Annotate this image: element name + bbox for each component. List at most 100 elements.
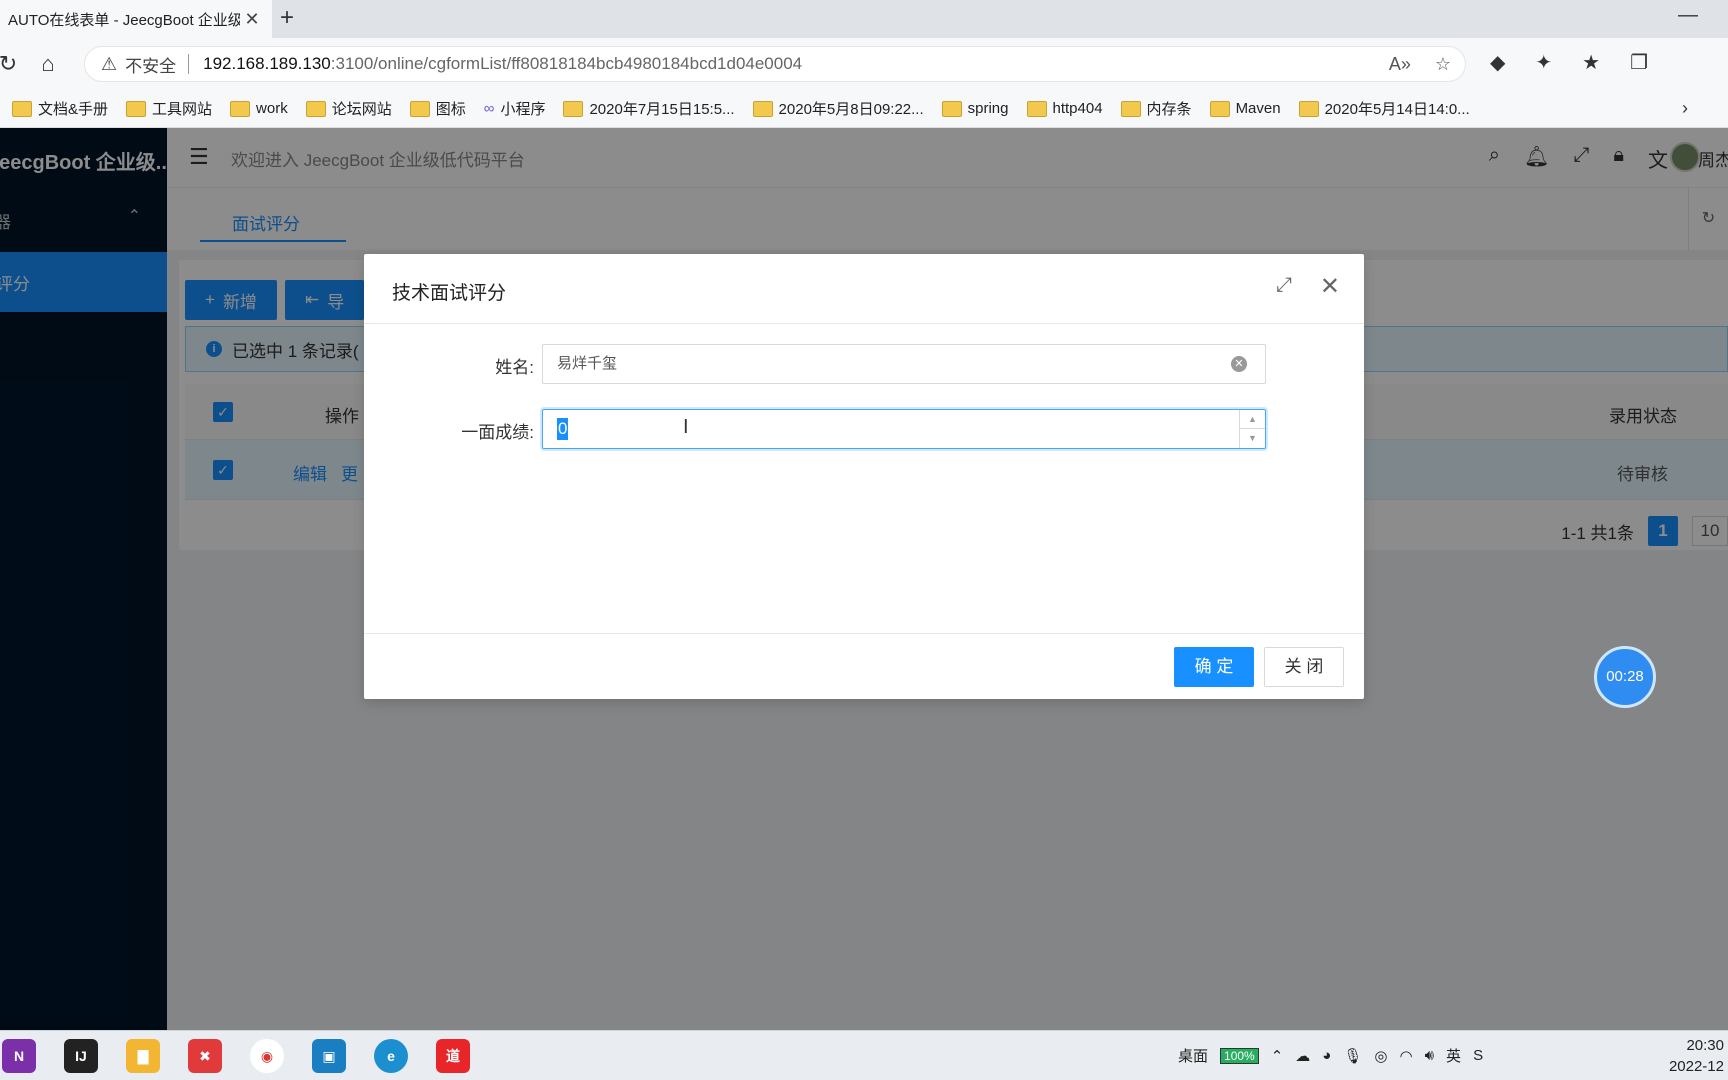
- name-input[interactable]: 易烊千玺 ✕: [542, 344, 1266, 384]
- home-icon[interactable]: ⌂: [34, 50, 62, 78]
- read-aloud-icon[interactable]: A»: [1389, 54, 1411, 75]
- url-input[interactable]: ⚠ 不安全 192.168.189.130 :3100/online/cgfor…: [84, 46, 1466, 82]
- bookmark-item[interactable]: 论坛网站: [305, 98, 392, 119]
- folder-icon: [941, 100, 962, 117]
- bookmark-label: work: [256, 100, 288, 117]
- file-explorer-icon[interactable]: ▇: [126, 1039, 160, 1073]
- intellij-icon[interactable]: IJ: [64, 1039, 98, 1073]
- volume-icon[interactable]: 🔊︎: [1425, 1047, 1434, 1064]
- evernote-icon[interactable]: ◆: [1490, 50, 1505, 75]
- bookmark-item[interactable]: spring: [941, 100, 1009, 117]
- xmind-icon[interactable]: ✖: [188, 1039, 222, 1073]
- clock-date: 2022-12: [1668, 1058, 1724, 1075]
- bookmark-item[interactable]: 2020年5月8日09:22...: [752, 98, 924, 119]
- name-value: 易烊千玺: [557, 355, 618, 372]
- fullscreen-icon[interactable]: ⤢: [1276, 274, 1292, 297]
- microphone-icon[interactable]: 🎙︎: [1343, 1047, 1362, 1065]
- link-icon: ∞: [483, 100, 495, 117]
- folder-icon: [752, 100, 773, 117]
- browser-tab[interactable]: AUTO在线表单 - JeecgBoot 企业级 ✕: [0, 0, 272, 38]
- score-row: 一面成绩: 0 I ▲ ▼: [364, 409, 1364, 449]
- recording-timer[interactable]: 00:28: [1594, 646, 1656, 708]
- folder-icon: [126, 100, 147, 117]
- bookmark-item[interactable]: 2020年7月15日15:5...: [563, 98, 735, 119]
- quantity-stepper[interactable]: ▲ ▼: [1239, 410, 1265, 448]
- chevron-right-icon[interactable]: ›: [1682, 98, 1688, 119]
- wifi-icon[interactable]: ◠: [1400, 1047, 1413, 1065]
- clock[interactable]: 20:30 2022-12: [1669, 1035, 1724, 1077]
- folder-icon: [563, 100, 584, 117]
- collections-icon[interactable]: ❐: [1630, 50, 1648, 75]
- tab-title: AUTO在线表单 - JeecgBoot 企业级: [8, 11, 240, 29]
- close-icon[interactable]: ✕: [240, 9, 264, 30]
- name-label: 姓名:: [495, 358, 534, 377]
- modal-footer: 确 定 关 闭: [364, 633, 1364, 699]
- bookmark-item[interactable]: ∞ 小程序: [484, 98, 546, 119]
- bookmark-item[interactable]: 图标: [409, 98, 466, 119]
- folder-icon: [1120, 100, 1141, 117]
- bookmarks-bar: 文档&手册 工具网站 work 论坛网站 图标 ∞ 小程序 2020年7月15日15:5...…: [0, 90, 1728, 128]
- bookmark-label: http404: [1052, 100, 1103, 117]
- chrome-icon[interactable]: ◉: [250, 1039, 284, 1073]
- bookmark-item[interactable]: Maven: [1209, 100, 1281, 117]
- cloud-icon[interactable]: ☁: [1295, 1047, 1310, 1065]
- folder-icon: [305, 100, 326, 117]
- modal-title: 技术面试评分: [392, 283, 507, 304]
- folder-icon: [1209, 100, 1230, 117]
- wechat-icon[interactable]: ◎: [1374, 1047, 1387, 1065]
- score-label: 一面成绩:: [461, 423, 534, 442]
- bookmark-item[interactable]: 2020年5月14日14:0...: [1298, 98, 1470, 119]
- taskbar: N IJ ▇ ✖ ◉ ▣ e 道 桌面 100% ⌃ ☁ ◕ 🎙︎ ◎ ◠ 🔊︎…: [0, 1030, 1728, 1080]
- bookmark-item[interactable]: 内存条: [1120, 98, 1192, 119]
- bookmark-label: 内存条: [1146, 101, 1192, 118]
- extensions-icon[interactable]: ✦: [1535, 50, 1552, 75]
- qq-icon[interactable]: ◕: [1322, 1047, 1331, 1064]
- url-path: :3100/online/cgformList/ff80818184bcb498…: [330, 54, 803, 73]
- bookmark-item[interactable]: 工具网站: [126, 98, 212, 119]
- score-value: 0: [557, 418, 569, 440]
- folder-icon: [1298, 100, 1319, 117]
- ime-indicator[interactable]: 英: [1446, 1045, 1461, 1066]
- bookmark-label: 文档&手册: [38, 101, 109, 118]
- insecure-label: 不安全: [125, 56, 177, 76]
- close-icon[interactable]: ✕: [1320, 272, 1340, 301]
- onenote-icon[interactable]: N: [2, 1039, 36, 1073]
- warning-icon: ⚠: [101, 53, 118, 74]
- new-tab-button[interactable]: +: [272, 4, 302, 34]
- clear-icon[interactable]: ✕: [1231, 356, 1247, 372]
- sogou-icon[interactable]: S: [1473, 1047, 1483, 1064]
- edge-icon[interactable]: e: [374, 1039, 408, 1073]
- app-window-icon[interactable]: ▣: [312, 1039, 346, 1073]
- bookmark-label: Maven: [1235, 100, 1281, 117]
- chevron-down-icon[interactable]: ▼: [1240, 429, 1265, 448]
- favorites-icon[interactable]: ★: [1582, 50, 1600, 75]
- bookmark-label: 2020年5月14日14:0...: [1324, 101, 1470, 118]
- folder-icon: [12, 100, 32, 117]
- folder-icon: [409, 100, 430, 117]
- bookmark-item[interactable]: 文档&手册: [12, 98, 108, 119]
- desktop-label[interactable]: 桌面: [1178, 1045, 1208, 1066]
- clock-time: 20:30: [1686, 1037, 1724, 1054]
- score-input[interactable]: 0 I ▲ ▼: [542, 409, 1266, 449]
- bookmark-label: 小程序: [500, 101, 546, 118]
- cancel-button[interactable]: 关 闭: [1264, 647, 1344, 687]
- minimize-icon[interactable]: —: [1678, 4, 1698, 27]
- taskbar-apps: N IJ ▇ ✖ ◉ ▣ e 道: [0, 1039, 470, 1073]
- bookmark-item[interactable]: work: [230, 100, 288, 117]
- add-favorite-icon[interactable]: ☆: [1435, 54, 1451, 75]
- bookmark-label: 2020年5月8日09:22...: [778, 101, 924, 118]
- ok-button[interactable]: 确 定: [1174, 647, 1254, 687]
- chevron-up-icon[interactable]: ⌃: [1271, 1047, 1284, 1065]
- modal-header: 技术面试评分 ⤢ ✕: [364, 254, 1364, 324]
- youdao-icon[interactable]: 道: [436, 1039, 470, 1073]
- bookmark-label: 2020年7月15日15:5...: [589, 101, 735, 118]
- refresh-icon[interactable]: ↻: [0, 50, 22, 78]
- score-modal: 技术面试评分 ⤢ ✕ 姓名: 易烊千玺 ✕ 一面成绩: 0 I ▲ ▼ 确 定 …: [364, 254, 1364, 699]
- name-row: 姓名: 易烊千玺 ✕: [364, 344, 1364, 384]
- address-bar-area: ↻ ⌂ ⚠ 不安全 192.168.189.130 :3100/online/c…: [0, 38, 1728, 90]
- bookmark-item[interactable]: http404: [1026, 100, 1103, 117]
- bookmark-label: 工具网站: [152, 101, 213, 118]
- chevron-up-icon[interactable]: ▲: [1240, 410, 1265, 429]
- bookmark-label: 图标: [435, 101, 466, 118]
- extensions-area: ◆ ✦ ★ ❐: [1490, 50, 1648, 75]
